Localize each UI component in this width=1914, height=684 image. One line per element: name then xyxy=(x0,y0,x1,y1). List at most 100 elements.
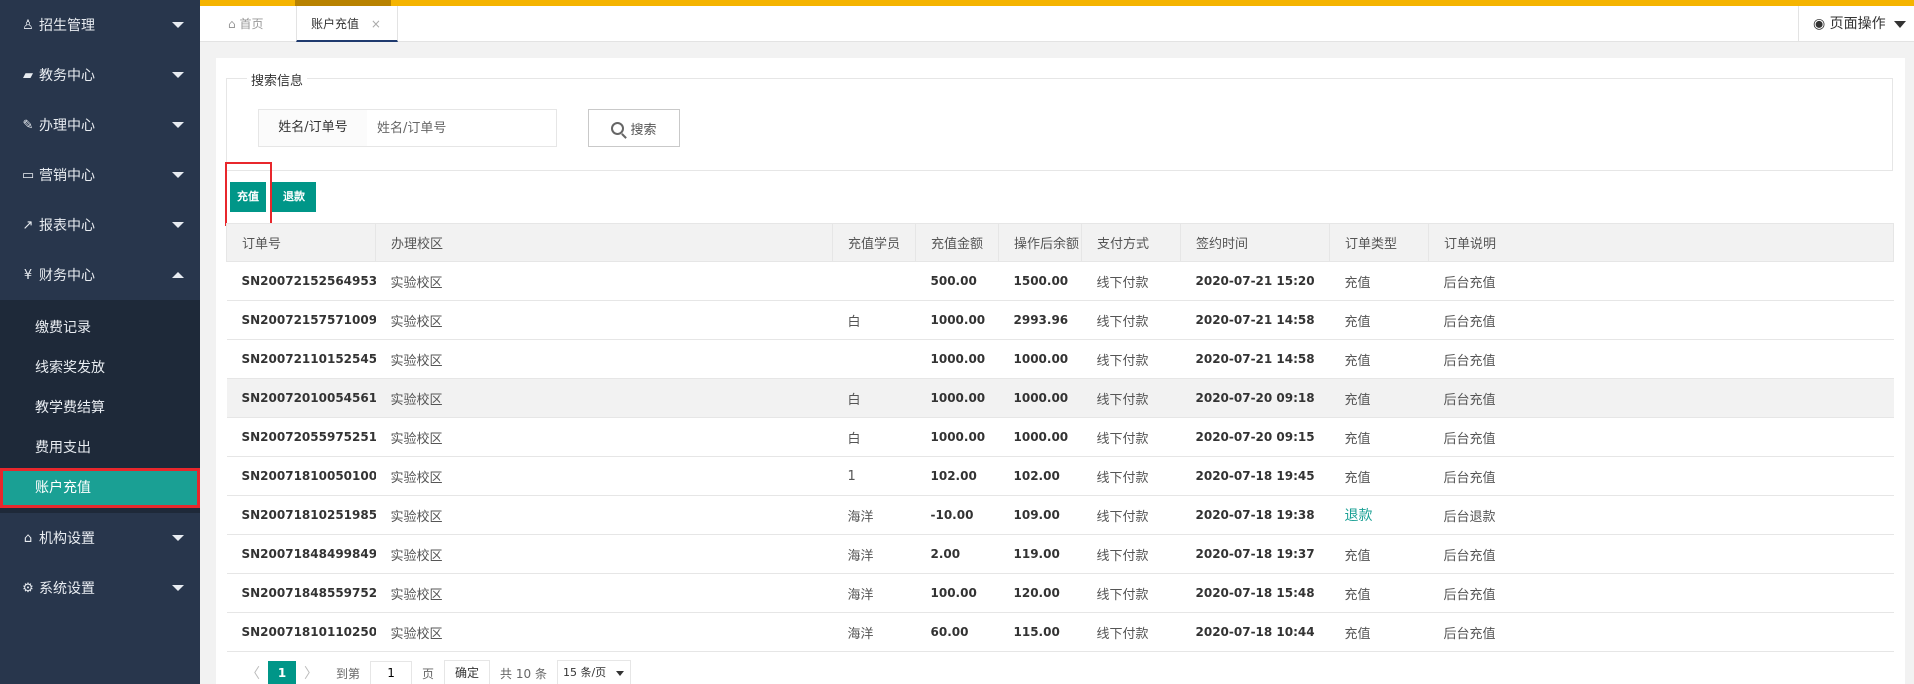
chevron-down-icon xyxy=(172,122,184,128)
table-row[interactable]: SN2007184849984999实验校区海洋2.00119.00线下付款20… xyxy=(226,534,1894,574)
table-cell: 500.00 xyxy=(915,261,999,301)
tab-home[interactable]: ⌂ 首页 xyxy=(228,6,263,42)
table-row[interactable]: SN2007181025198554实验校区海洋-10.00109.00线下付款… xyxy=(226,495,1894,535)
table-cell: 线下付款 xyxy=(1081,261,1181,301)
table-cell: 2993.96 xyxy=(998,300,1082,340)
page-operations-dropdown[interactable]: ◉ 页面操作 xyxy=(1798,6,1914,42)
table-header-row: 订单号 办理校区 充值学员 充值金额 操作后余额 支付方式 签约时间 订单类型 订单说明 xyxy=(226,223,1894,262)
table-cell: 海洋 xyxy=(832,534,916,574)
table-cell: SN2007184849984999 xyxy=(226,534,376,574)
table-cell: 充值 xyxy=(1329,534,1429,574)
table-cell: 119.00 xyxy=(998,534,1082,574)
cogs-icon: ⚙ xyxy=(22,580,34,596)
table-row[interactable]: SN2007205597525172实验校区白1000.001000.00线下付… xyxy=(226,417,1894,457)
table-cell: 2020-07-21 15:20 xyxy=(1180,261,1330,301)
table-cell: 充值 xyxy=(1329,417,1429,457)
table-cell: 2020-07-18 15:48 xyxy=(1180,573,1330,613)
table-row[interactable]: SN2007201005456170实验校区白1000.001000.00线下付… xyxy=(226,378,1894,418)
table-cell: 后台充值 xyxy=(1428,534,1894,574)
table-row[interactable]: SN2007181011025021实验校区海洋60.00115.00线下付款2… xyxy=(226,612,1894,652)
confirm-jump-button[interactable]: 确定 xyxy=(444,660,491,684)
table-cell: 海洋 xyxy=(832,573,916,613)
top-accent-bar xyxy=(200,0,1914,6)
table-cell: 线下付款 xyxy=(1081,339,1181,379)
sidebar-item-4[interactable]: ↗ 报表中心 xyxy=(0,200,200,250)
sidebar-item-label: 财务中心 xyxy=(39,268,95,284)
table-cell: 2020-07-18 19:37 xyxy=(1180,534,1330,574)
table-cell: 充值 xyxy=(1329,378,1429,418)
column-header: 充值学员 xyxy=(832,223,916,262)
column-header: 支付方式 xyxy=(1081,223,1181,262)
table-cell: 2020-07-20 09:15 xyxy=(1180,417,1330,457)
sidebar-item-1[interactable]: ▰ 教务中心 xyxy=(0,50,200,100)
table-cell: 后台充值 xyxy=(1428,300,1894,340)
chevron-up-icon xyxy=(172,272,184,278)
tab-home-label: 首页 xyxy=(239,17,264,31)
sidebar-item-3[interactable]: ▭ 营销中心 xyxy=(0,150,200,200)
chevron-down-icon xyxy=(172,22,184,28)
search-button-label: 搜索 xyxy=(630,122,657,138)
table-cell: 2020-07-18 19:38 xyxy=(1180,495,1330,535)
table-cell xyxy=(832,339,916,379)
sidebar-subitem-3[interactable]: 费用支出 xyxy=(0,428,200,468)
chevron-down-icon xyxy=(172,172,184,178)
current-page[interactable]: 1 xyxy=(268,661,296,684)
content-card: 搜索信息 姓名/订单号 搜索 充值 退款 订单号办理校区充值学员充值金额操作后余… xyxy=(216,58,1905,684)
next-page-icon[interactable]: 〉 xyxy=(296,663,326,683)
page-operations-label: 页面操作 xyxy=(1829,16,1886,32)
sidebar-item-7[interactable]: ⚙ 系统设置 xyxy=(0,563,200,613)
sidebar: ♙ 招生管理 ▰ 教务中心 ✎ 办理中心 ▭ 营销中心 ↗ 报表中心 ¥ 财务中心缴费记录 线索奖发放教… xyxy=(0,0,200,684)
search-input[interactable] xyxy=(367,109,557,147)
table-cell: 实验校区 xyxy=(375,534,833,574)
sidebar-item-2[interactable]: ✎ 办理中心 xyxy=(0,100,200,150)
column-header: 操作后余额 xyxy=(998,223,1082,262)
table-cell: SN2007181025198554 xyxy=(226,495,376,535)
refund-button[interactable]: 退款 xyxy=(272,182,316,212)
table-row[interactable]: SN2007215256495374实验校区 500.001500.00线下付款2… xyxy=(226,261,1894,301)
table-cell: 1000.00 xyxy=(998,417,1082,457)
table-cell: 115.00 xyxy=(998,612,1082,652)
table-cell: 后台充值 xyxy=(1428,261,1894,301)
table-cell: 1000.00 xyxy=(915,417,999,457)
table-cell: SN2007215757100992 xyxy=(226,300,376,340)
table-cell: SN2007211015254529 xyxy=(226,339,376,379)
table-cell: 1000.00 xyxy=(915,378,999,418)
table-cell: 实验校区 xyxy=(375,300,833,340)
page-size-select[interactable]: 15 条/页 xyxy=(556,660,631,684)
table-cell: 海洋 xyxy=(832,495,916,535)
chevron-down-icon xyxy=(172,585,184,591)
recharge-button[interactable]: 充值 xyxy=(230,182,266,212)
table-cell: 1000.00 xyxy=(998,378,1082,418)
sidebar-subitem-1[interactable]: 线索奖发放 xyxy=(0,348,200,388)
table-cell: SN2007201005456170 xyxy=(226,378,376,418)
sidebar-subitem-2[interactable]: 教学费结算 xyxy=(0,388,200,428)
close-icon[interactable]: × xyxy=(371,17,381,31)
table-cell: 退款 xyxy=(1329,495,1429,535)
table-row[interactable]: SN2007184855975224实验校区海洋100.00120.00线下付款… xyxy=(226,573,1894,613)
table-cell: 2020-07-18 10:44 xyxy=(1180,612,1330,652)
table-cell: 实验校区 xyxy=(375,456,833,496)
table-row[interactable]: SN2007215757100992实验校区白1000.002993.96线下付… xyxy=(226,300,1894,340)
table-cell: 线下付款 xyxy=(1081,495,1181,535)
jump-page-input[interactable] xyxy=(370,661,413,684)
column-header: 签约时间 xyxy=(1180,223,1330,262)
table-cell: 后台退款 xyxy=(1428,495,1894,535)
table-cell: 白 xyxy=(832,300,916,340)
table-row[interactable]: SN2007211015254529实验校区1000.001000.00线下付款… xyxy=(226,339,1894,379)
sidebar-item-0[interactable]: ♙ 招生管理 xyxy=(0,0,200,50)
table-row[interactable]: SN2007181005010041实验校区1102.00102.00线下付款2… xyxy=(226,456,1894,496)
prev-page-icon[interactable]: 〈 xyxy=(238,663,268,683)
column-header: 办理校区 xyxy=(375,223,833,262)
line-chart-icon: ↗ xyxy=(22,217,34,233)
bank-icon: ⌂ xyxy=(23,530,33,546)
search-button[interactable]: 搜索 xyxy=(588,109,680,147)
table-cell: 充值 xyxy=(1329,339,1429,379)
table-cell: 线下付款 xyxy=(1081,573,1181,613)
sidebar-subitem-4[interactable]: 账户充值 xyxy=(0,468,200,508)
top-bar: ⌂ 首页 账户充值 × ◉ 页面操作 xyxy=(200,0,1914,42)
sidebar-item-5[interactable]: ¥ 财务中心 xyxy=(0,250,200,300)
sidebar-subitem-0[interactable]: 缴费记录 xyxy=(0,308,200,348)
search-fieldset: 搜索信息 姓名/订单号 搜索 xyxy=(226,70,1893,171)
tab-account-recharge[interactable]: 账户充值 × xyxy=(296,6,398,42)
sidebar-item-6[interactable]: ⌂ 机构设置 xyxy=(0,513,200,563)
